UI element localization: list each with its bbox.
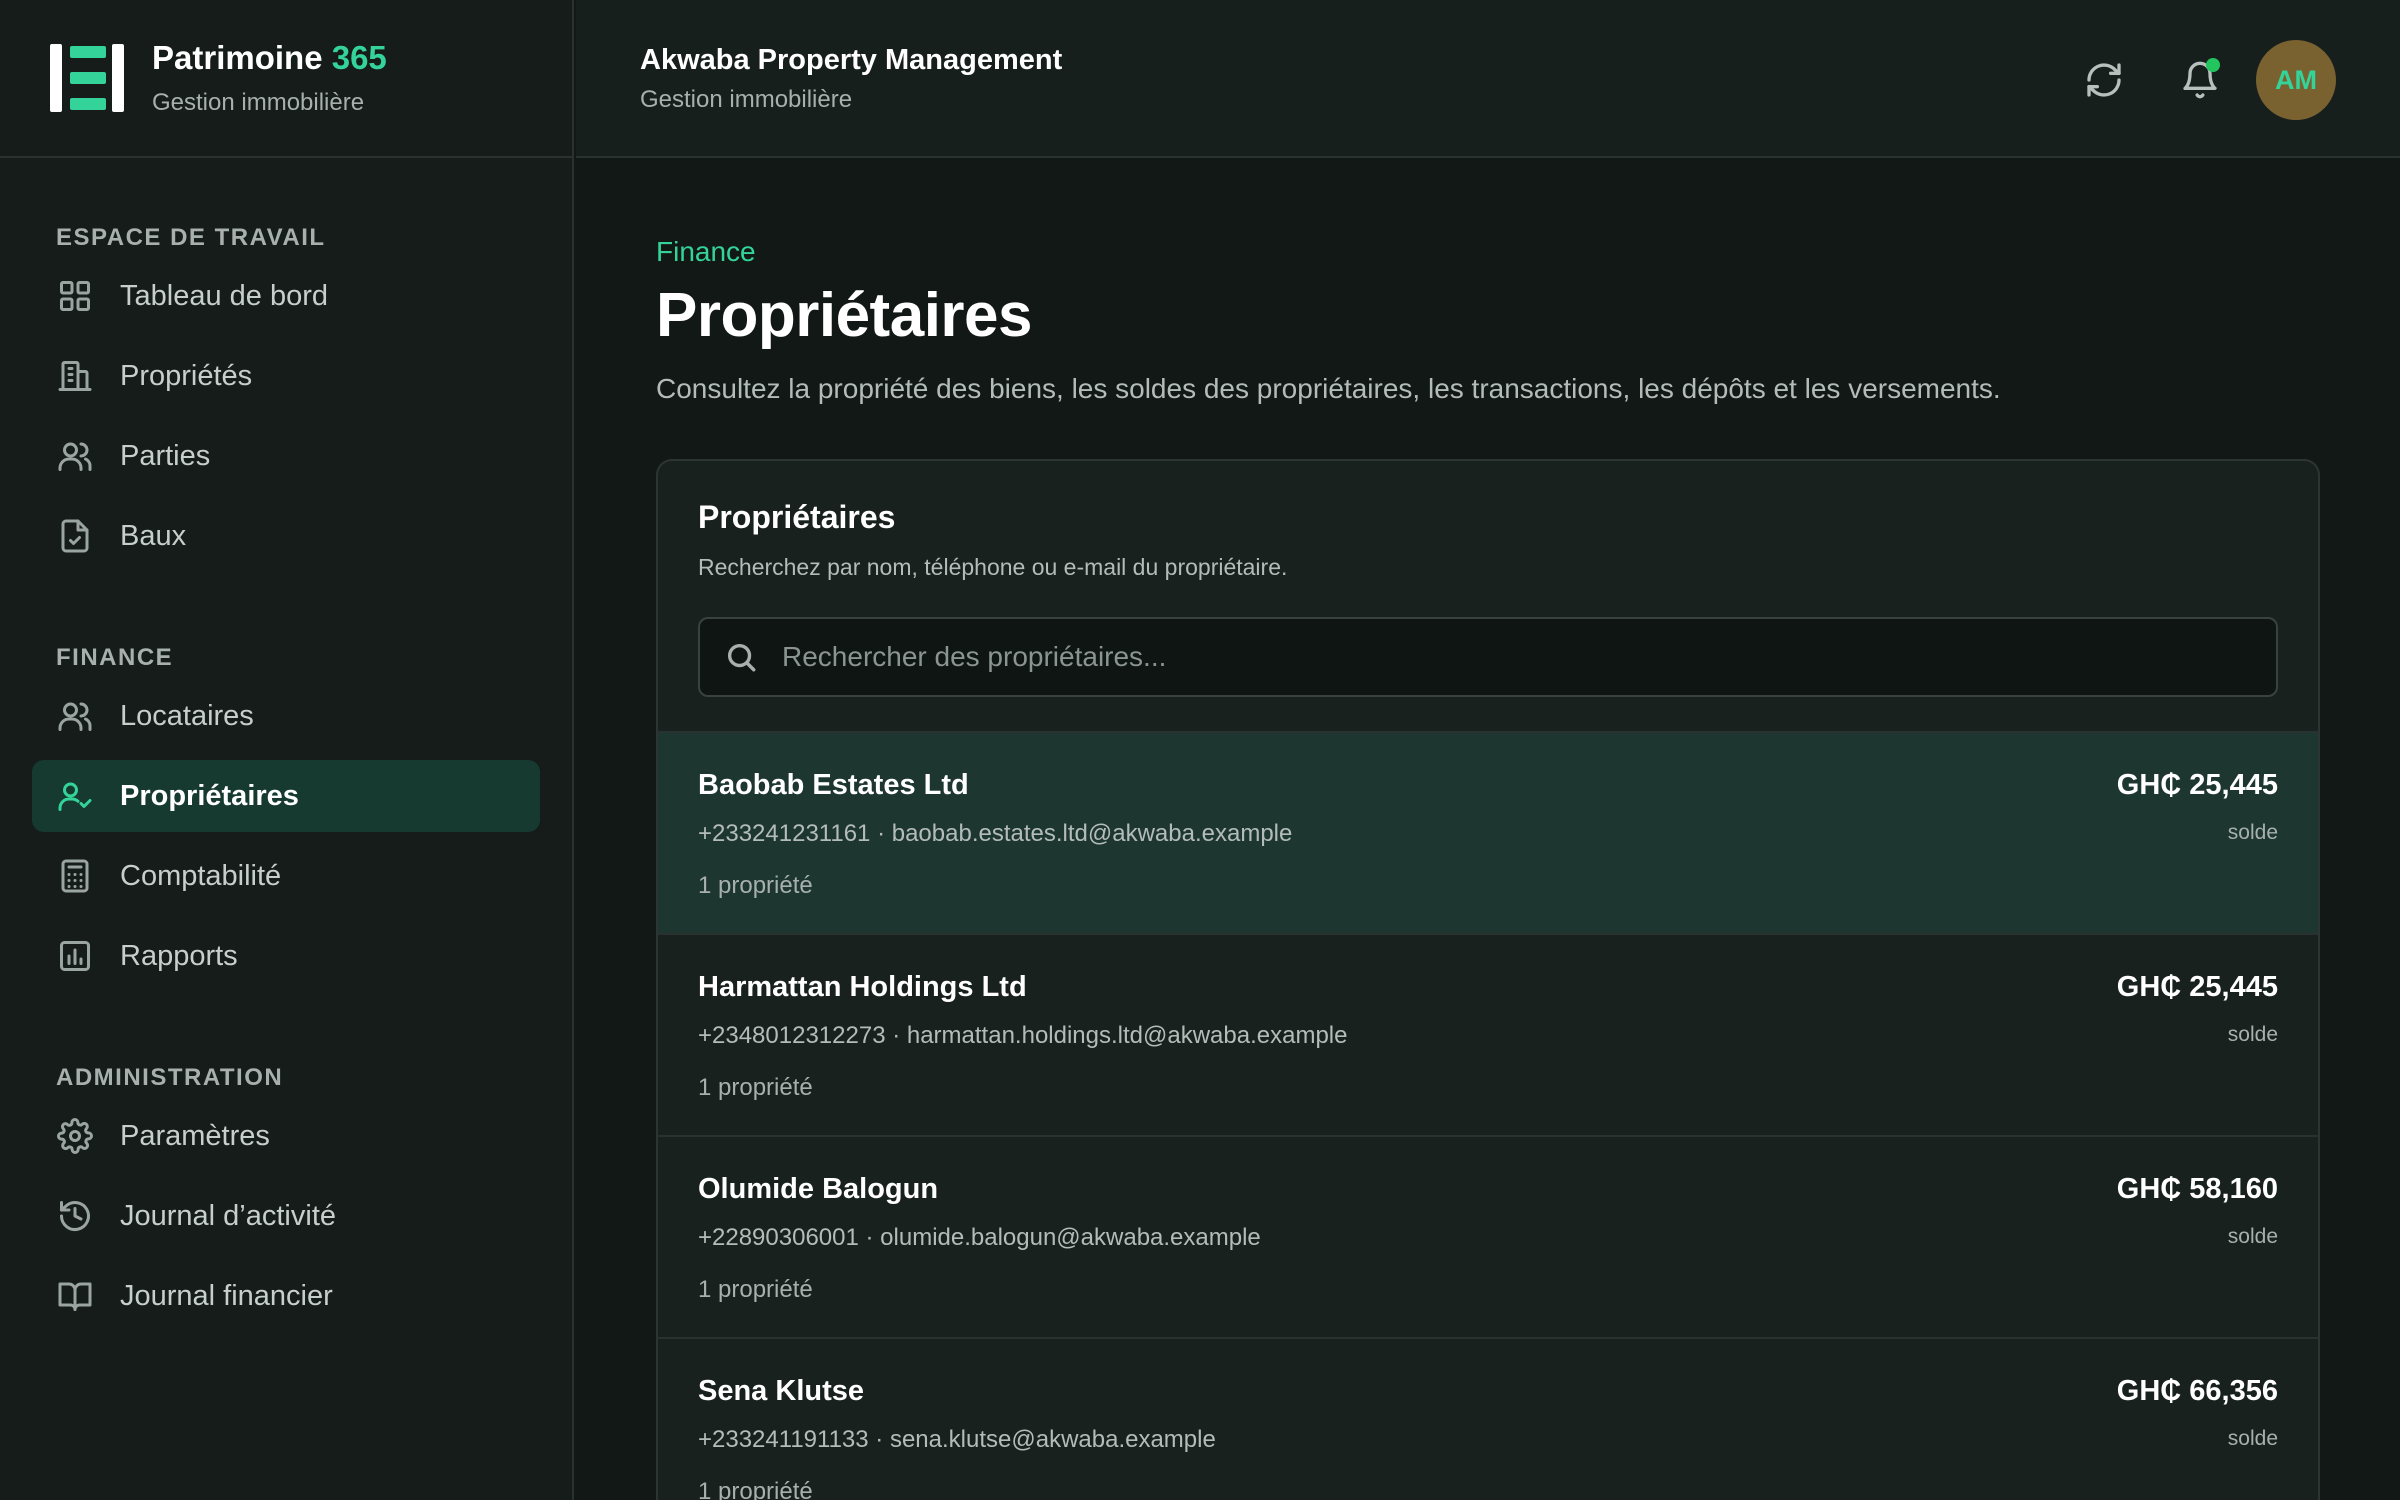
list-item[interactable]: Olumide Balogun +22890306001 · olumide.b… (658, 1135, 2318, 1337)
owner-contact: +22890306001 · olumide.balogun@akwaba.ex… (698, 1224, 1261, 1251)
sidebar-item-activity-log[interactable]: Journal d’activité (32, 1180, 540, 1252)
owner-name: Harmattan Holdings Ltd (698, 971, 1027, 1003)
sidebar: Patrimoine 365 Gestion immobilière ESPAC… (0, 0, 574, 1500)
owner-balance: GH₵ 25,445 (2116, 971, 2278, 1003)
owner-balance: GH₵ 66,356 (2116, 1375, 2278, 1407)
nav-heading-finance: FINANCE (56, 644, 174, 671)
users-icon (56, 437, 94, 475)
sidebar-item-label: Propriétaires (120, 779, 299, 812)
owner-contact: +233241231161 · baobab.estates.ltd@akwab… (698, 820, 1293, 847)
refresh-icon (2087, 63, 2121, 97)
owner-property-count: 1 propriété (698, 1276, 813, 1303)
owners-card: Propriétaires Recherchez par nom, téléph… (656, 459, 2320, 1500)
notifications-button[interactable] (2172, 52, 2228, 108)
sidebar-item-leases[interactable]: Baux (32, 500, 540, 572)
gear-icon (56, 1117, 94, 1155)
calculator-icon (56, 857, 94, 895)
sidebar-item-label: Comptabilité (120, 859, 282, 892)
owner-contact: +2348012312273 · harmattan.holdings.ltd@… (698, 1022, 1348, 1049)
owner-name: Sena Klutse (698, 1375, 864, 1407)
balance-label: solde (2227, 821, 2278, 844)
list-item[interactable]: Harmattan Holdings Ltd +2348012312273 · … (658, 933, 2318, 1135)
owner-balance: GH₵ 58,160 (2116, 1173, 2278, 1205)
owner-property-count: 1 propriété (698, 1074, 813, 1101)
org-name: Akwaba Property Management (640, 44, 1063, 76)
nav-heading-administration: ADMINISTRATION (56, 1064, 284, 1091)
brand[interactable]: Patrimoine 365 Gestion immobilière (0, 0, 572, 158)
search-input[interactable] (782, 641, 2182, 673)
balance-label: solde (2227, 1427, 2278, 1450)
building-icon (56, 357, 94, 395)
nav-heading-workspace: ESPACE DE TRAVAIL (56, 224, 326, 251)
card-title: Propriétaires (698, 499, 896, 535)
sidebar-item-tenants[interactable]: Locataires (32, 680, 540, 752)
sidebar-item-owners[interactable]: Propriétaires (32, 760, 540, 832)
owner-contact: +233241191133 · sena.klutse@akwaba.examp… (698, 1426, 1216, 1453)
users-icon (56, 697, 94, 735)
logo-icon (48, 42, 128, 114)
card-subtitle: Recherchez par nom, téléphone ou e-mail … (698, 554, 1288, 580)
notification-dot (2206, 58, 2220, 72)
org-subtitle: Gestion immobilière (640, 86, 853, 113)
search-icon (727, 643, 756, 672)
bar-chart-icon (56, 937, 94, 975)
breadcrumb[interactable]: Finance (656, 236, 2320, 268)
list-item[interactable]: Sena Klutse +233241191133 · sena.klutse@… (658, 1337, 2318, 1500)
sidebar-item-financial-journal[interactable]: Journal financier (32, 1260, 540, 1332)
history-icon (56, 1197, 94, 1235)
avatar[interactable]: AM (2256, 40, 2336, 120)
file-check-icon (56, 517, 94, 555)
sidebar-item-settings[interactable]: Paramètres (32, 1100, 540, 1172)
sidebar-item-label: Rapports (120, 939, 238, 972)
search-box[interactable] (698, 617, 2278, 697)
brand-name: Patrimoine 365 (152, 39, 387, 76)
sidebar-item-label: Parties (120, 439, 211, 472)
top-header: Akwaba Property Management Gestion immob… (576, 0, 2400, 158)
sidebar-item-dashboard[interactable]: Tableau de bord (32, 260, 540, 332)
sidebar-item-label: Journal d’activité (120, 1199, 336, 1232)
sidebar-item-accounting[interactable]: Comptabilité (32, 840, 540, 912)
owner-property-count: 1 propriété (698, 1478, 813, 1500)
owner-balance: GH₵ 25,445 (2116, 769, 2278, 801)
balance-label: solde (2227, 1023, 2278, 1046)
user-check-icon (56, 777, 94, 815)
page-description: Consultez la propriété des biens, les so… (656, 373, 2001, 404)
sidebar-item-label: Tableau de bord (120, 279, 328, 312)
sidebar-item-label: Propriétés (120, 359, 253, 392)
sidebar-nav: ESPACE DE TRAVAIL Tableau de bord Propri… (0, 208, 572, 1332)
refresh-button[interactable] (2076, 52, 2132, 108)
page-title: Propriétaires (656, 281, 1033, 350)
owner-name: Olumide Balogun (698, 1173, 939, 1205)
owners-list: Baobab Estates Ltd +233241231161 · baoba… (658, 731, 2318, 1500)
owner-name: Baobab Estates Ltd (698, 769, 969, 801)
balance-label: solde (2227, 1225, 2278, 1248)
main-content: Finance Propriétaires Consultez la propr… (656, 160, 2320, 1500)
sidebar-item-label: Locataires (120, 699, 254, 732)
sidebar-item-label: Journal financier (120, 1279, 333, 1312)
sidebar-item-reports[interactable]: Rapports (32, 920, 540, 992)
sidebar-item-properties[interactable]: Propriétés (32, 340, 540, 412)
sidebar-item-label: Paramètres (120, 1119, 270, 1152)
brand-subtitle: Gestion immobilière (152, 89, 365, 116)
sidebar-item-parties[interactable]: Parties (32, 420, 540, 492)
sidebar-item-label: Baux (120, 519, 187, 552)
grid-icon (56, 277, 94, 315)
owner-property-count: 1 propriété (698, 872, 813, 899)
list-item[interactable]: Baobab Estates Ltd +233241231161 · baoba… (658, 731, 2318, 933)
book-icon (56, 1277, 94, 1315)
